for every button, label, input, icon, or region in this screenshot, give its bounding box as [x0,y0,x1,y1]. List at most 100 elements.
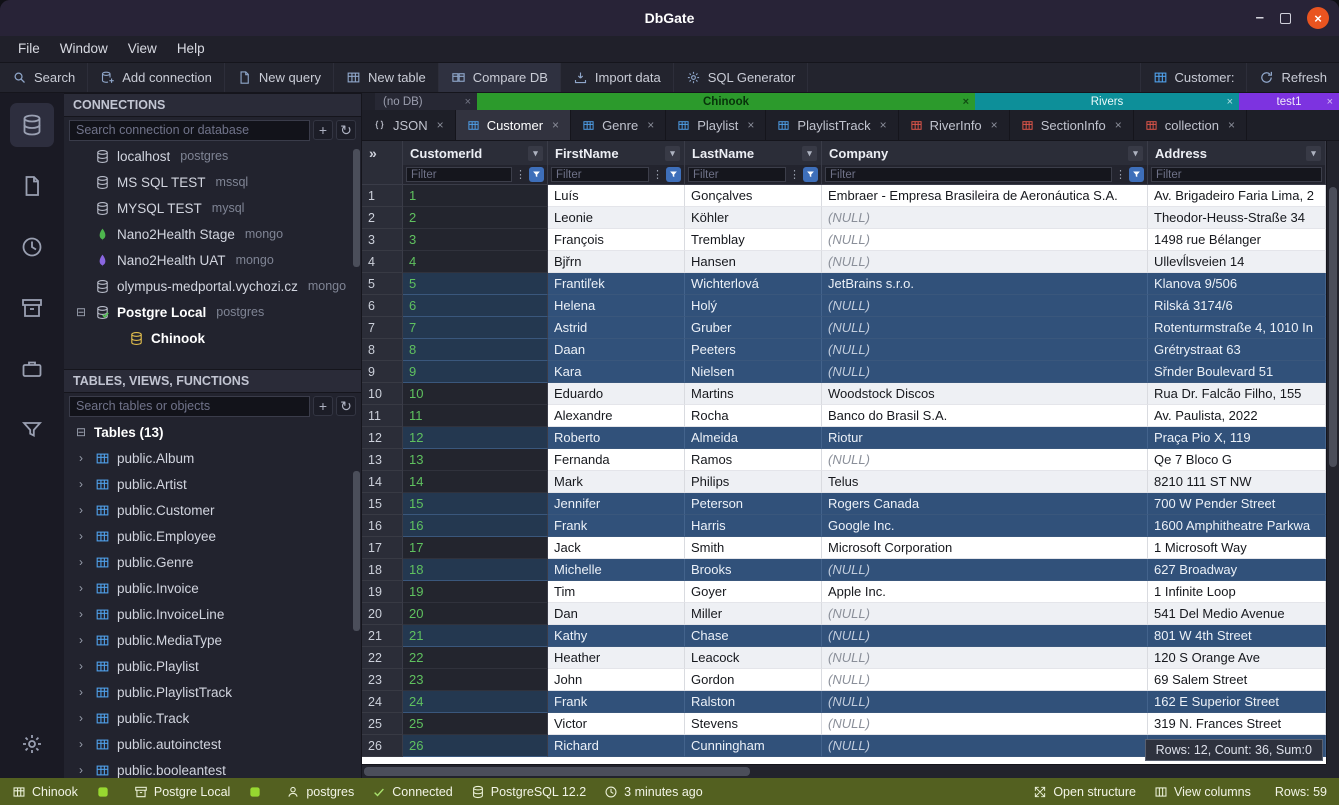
toolbar-button[interactable]: New query [225,63,334,92]
chevron-right-icon[interactable]: › [74,763,88,777]
close-icon[interactable]: × [1327,96,1333,108]
filter-funnel-icon[interactable] [529,167,544,182]
toolbar-button[interactable]: Add connection [88,63,225,92]
cell-customerid[interactable]: 15 [403,493,548,515]
row-number-cell[interactable]: 6 [362,295,403,317]
sidebar-table-item[interactable]: › public.autoinctest [64,731,361,757]
close-icon[interactable]: × [1227,96,1233,108]
cell-customerid[interactable]: 21 [403,625,548,647]
statusbar-item[interactable]: Postgre Local [134,785,230,799]
chevron-right-icon[interactable]: › [74,581,88,595]
tables-panel-header[interactable]: TABLES, VIEWS, FUNCTIONS [64,369,361,393]
sidebar-button[interactable] [10,347,54,391]
cell-customerid[interactable]: 24 [403,691,548,713]
cell-address[interactable]: Grétrystraat 63 [1148,339,1326,361]
sidebar-button[interactable] [10,408,54,452]
cell-customerid[interactable]: 20 [403,603,548,625]
cell-address[interactable]: Av. Brigadeiro Faria Lima, 2 [1148,185,1326,207]
horizontal-scrollbar[interactable] [362,764,1326,778]
cell-address[interactable]: Praça Pio X, 119 [1148,427,1326,449]
cell-customerid[interactable]: 5 [403,273,548,295]
tables-scrollbar[interactable] [353,471,360,631]
chevron-down-icon[interactable]: ▾ [665,146,680,161]
sidebar-table-item[interactable]: › public.InvoiceLine [64,601,361,627]
cell-customerid[interactable]: 14 [403,471,548,493]
connections-search-input[interactable] [69,120,310,141]
cell-company[interactable]: (NULL) [822,339,1148,361]
cell-company[interactable]: (NULL) [822,295,1148,317]
filter-menu-icon[interactable]: ⋮ [789,168,800,181]
grid-corner-cell[interactable]: » [362,141,403,165]
row-number-cell[interactable]: 4 [362,251,403,273]
cell-company[interactable]: (NULL) [822,735,1148,757]
connection-item[interactable]: Chinook [64,325,361,351]
cell-firstname[interactable]: Jack [548,537,685,559]
cell-firstname[interactable]: Frank [548,691,685,713]
cell-lastname[interactable]: Miller [685,603,822,625]
statusbar-item[interactable]: Chinook [12,785,78,799]
cell-address[interactable]: Sřnder Boulevard 51 [1148,361,1326,383]
cell-address[interactable]: Rua Dr. Falcão Filho, 155 [1148,383,1326,405]
cell-firstname[interactable]: Kathy [548,625,685,647]
add-connection-small-button[interactable]: + [313,120,333,140]
filter-input[interactable] [551,167,649,182]
refresh-tables-button[interactable]: ↻ [336,396,356,416]
cell-company[interactable]: (NULL) [822,625,1148,647]
cell-lastname[interactable]: Stevens [685,713,822,735]
file-tab[interactable]: Genre × [571,110,666,140]
close-icon[interactable]: × [880,118,887,132]
refresh-connections-button[interactable]: ↻ [336,120,356,140]
cell-company[interactable]: (NULL) [822,207,1148,229]
cell-address[interactable]: Ullevĺlsveien 14 [1148,251,1326,273]
chevron-right-icon[interactable]: › [74,659,88,673]
cell-lastname[interactable]: Gruber [685,317,822,339]
chevron-right-icon[interactable]: › [74,685,88,699]
cell-firstname[interactable]: Roberto [548,427,685,449]
cell-address[interactable]: Rilská 3174/6 [1148,295,1326,317]
db-group-tab[interactable]: Rivers × [975,93,1239,110]
toolbar-button[interactable]: Import data [561,63,674,92]
connection-item[interactable]: MYSQL TEST mysql [64,195,361,221]
toolbar-button[interactable]: Compare DB [439,63,561,92]
cell-customerid[interactable]: 11 [403,405,548,427]
close-icon[interactable]: × [647,118,654,132]
chevron-down-icon[interactable]: ▾ [528,146,543,161]
cell-firstname[interactable]: Eduardo [548,383,685,405]
cell-lastname[interactable]: Almeida [685,427,822,449]
chevron-right-icon[interactable]: › [74,503,88,517]
cell-firstname[interactable]: Leonie [548,207,685,229]
sidebar-button[interactable] [10,722,54,766]
cell-address[interactable]: 1 Infinite Loop [1148,581,1326,603]
cell-address[interactable]: Theodor-Heuss-Straße 34 [1148,207,1326,229]
chevron-right-icon[interactable]: › [74,607,88,621]
db-group-tab[interactable]: (no DB) × [375,93,477,110]
cell-lastname[interactable]: Chase [685,625,822,647]
cell-address[interactable]: 1498 rue Bélanger [1148,229,1326,251]
row-number-cell[interactable]: 15 [362,493,403,515]
chevron-down-icon[interactable]: ▾ [1128,146,1143,161]
cell-firstname[interactable]: Heather [548,647,685,669]
cell-lastname[interactable]: Tremblay [685,229,822,251]
cell-customerid[interactable]: 7 [403,317,548,339]
cell-firstname[interactable]: Alexandre [548,405,685,427]
cell-company[interactable]: Woodstock Discos [822,383,1148,405]
row-number-cell[interactable]: 5 [362,273,403,295]
cell-firstname[interactable]: Astrid [548,317,685,339]
cell-lastname[interactable]: Smith [685,537,822,559]
column-header[interactable]: CustomerId ▾ [403,141,548,165]
connections-scrollbar[interactable] [353,149,360,267]
collapse-icon[interactable]: ⊟ [74,425,88,439]
toolbar-button[interactable]: Refresh [1246,63,1339,92]
statusbar-item[interactable]: Connected [372,785,452,799]
statusbar-item[interactable] [248,785,268,799]
statusbar-item[interactable] [96,785,116,799]
cell-address[interactable]: 801 W 4th Street [1148,625,1326,647]
statusbar-item[interactable]: postgres [286,785,354,799]
filter-funnel-icon[interactable] [666,167,681,182]
row-number-cell[interactable]: 20 [362,603,403,625]
cell-address[interactable]: Rotenturmstraße 4, 1010 In [1148,317,1326,339]
toolbar-button[interactable]: New table [334,63,439,92]
sidebar-table-item[interactable]: › public.Album [64,445,361,471]
cell-company[interactable]: Embraer - Empresa Brasileira de Aeronáut… [822,185,1148,207]
cell-company[interactable]: (NULL) [822,647,1148,669]
